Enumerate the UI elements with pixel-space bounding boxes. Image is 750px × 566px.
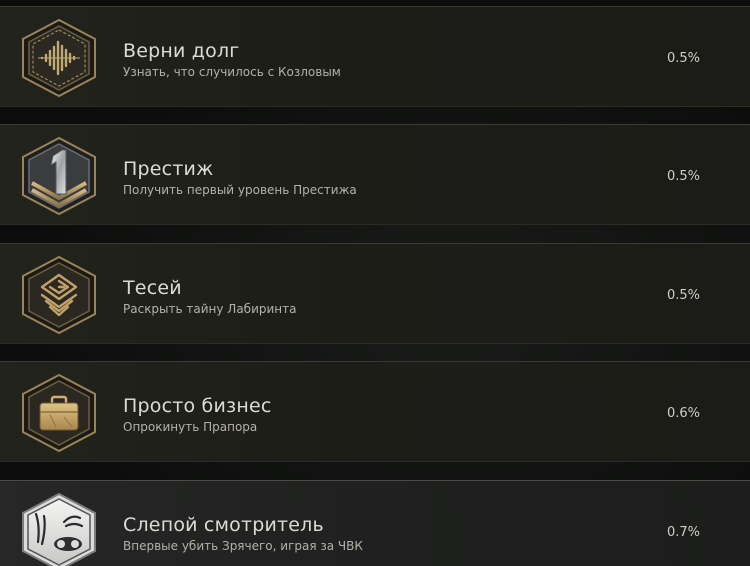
achievement-title: Верни долг: [123, 40, 240, 62]
achievement-percent: 0.7%: [666, 525, 700, 540]
achievement-title: Просто бизнес: [123, 395, 272, 417]
achievement-title: Тесей: [123, 277, 182, 299]
achievement-row[interactable]: Просто бизнес Опрокинуть Прапора 0.6%: [0, 361, 750, 462]
achievement-description: Опрокинуть Прапора: [123, 420, 258, 434]
achievement-row[interactable]: Слепой смотритель Впервые убить Зрячего,…: [0, 480, 750, 566]
achievement-row[interactable]: Верни долг Узнать, что случилось с Козло…: [0, 6, 750, 107]
achievement-percent: 0.5%: [666, 51, 700, 66]
achievement-percent: 0.5%: [666, 169, 700, 184]
achievement-description: Узнать, что случилось с Козловым: [123, 65, 341, 79]
achievement-percent: 0.6%: [666, 406, 700, 421]
achievement-description: Раскрыть тайну Лабиринта: [123, 302, 297, 316]
prestige-one-icon: [20, 136, 98, 216]
seer-icon: [20, 492, 98, 566]
achievement-description: Получить первый уровень Престижа: [123, 183, 357, 197]
achievement-title: Престиж: [123, 158, 214, 180]
achievement-percent: 0.5%: [666, 288, 700, 303]
labyrinth-icon: [20, 255, 98, 335]
soundwave-icon: [20, 18, 98, 98]
achievement-title: Слепой смотритель: [123, 514, 324, 536]
briefcase-icon: [20, 373, 98, 453]
achievement-row[interactable]: Тесей Раскрыть тайну Лабиринта 0.5%: [0, 243, 750, 344]
achievements-list: Верни долг Узнать, что случилось с Козло…: [0, 0, 750, 566]
achievement-row[interactable]: Престиж Получить первый уровень Престижа…: [0, 124, 750, 225]
achievement-description: Впервые убить Зрячего, играя за ЧВК: [123, 539, 363, 553]
